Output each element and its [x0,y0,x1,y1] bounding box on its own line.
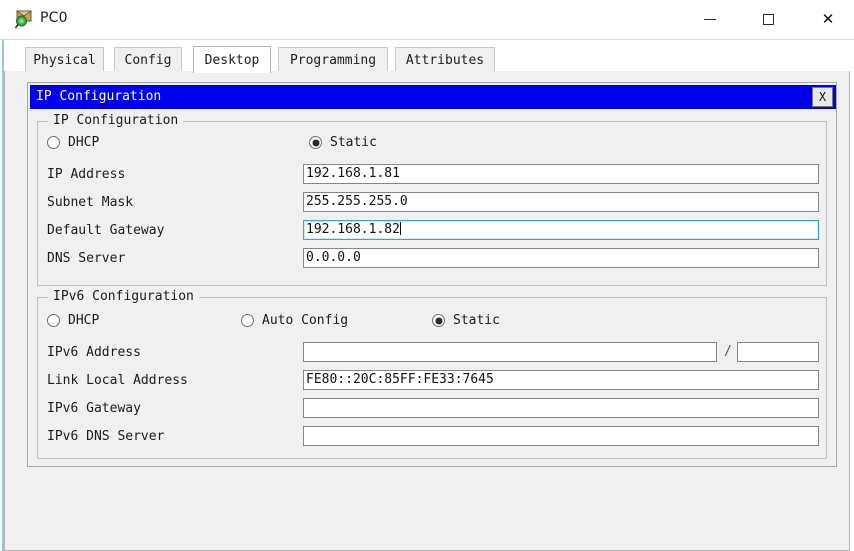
ipv4-subnet-mask-label: Subnet Mask [47,195,134,210]
window-title-bar: PC0 ✕ [0,0,854,40]
ipv4-configuration-group: IP Configuration DHCP Static IP Address … [37,113,827,286]
tab-programming[interactable]: Programming [278,47,388,72]
close-icon: ✕ [821,10,835,28]
desktop-panel: IP Configuration X IP Configuration DHCP… [4,71,850,551]
ipv4-dhcp-radio[interactable]: DHCP [47,135,99,150]
ipv4-default-gateway-label: Default Gateway [47,223,165,238]
ipv6-prefix-length-input[interactable] [737,342,819,362]
ipv4-dhcp-label: DHCP [68,135,100,150]
packet-tracer-device-window: PC0 ✕ Physical Config Desktop Programmin… [0,0,854,551]
ipv4-address-value: 192.168.1.81 [306,166,400,181]
ipv6-address-label: IPv6 Address [47,345,141,360]
ipv6-group-legend: IPv6 Configuration [48,289,199,304]
ipv4-dns-server-label: DNS Server [47,251,126,266]
ipv6-gateway-label: IPv6 Gateway [47,401,141,416]
ipv6-auto-config-radio[interactable]: Auto Config [241,313,348,328]
tab-physical[interactable]: Physical [25,47,104,72]
tab-desktop[interactable]: Desktop [193,46,271,73]
ipv6-configuration-group: IPv6 Configuration DHCP Auto Config Stat… [37,289,827,459]
ipv6-static-radio[interactable]: Static [432,313,500,328]
radio-circle-icon [241,314,254,327]
tab-desktop-label: Desktop [204,52,260,68]
ipv4-static-label: Static [330,135,377,150]
device-tab-strip: Physical Config Desktop Programming Attr… [4,46,850,73]
tab-physical-label: Physical [33,52,96,68]
ip-configuration-window: IP Configuration X IP Configuration DHCP… [27,82,837,467]
ipv6-link-local-address-value: FE80::20C:85FF:FE33:7645 [306,372,494,387]
ipv6-address-input[interactable] [303,342,717,362]
ipv6-auto-config-label: Auto Config [262,313,349,328]
ipv4-static-radio[interactable]: Static [309,135,377,150]
radio-circle-selected-icon [309,136,322,149]
tab-config[interactable]: Config [114,47,182,72]
ipv4-subnet-mask-input[interactable]: 255.255.255.0 [303,192,819,212]
ipv6-prefix-separator: / [724,344,732,359]
tab-config-label: Config [124,52,172,68]
ipv6-dhcp-radio[interactable]: DHCP [47,313,99,328]
ip-configuration-title-bar: IP Configuration X [30,85,836,109]
radio-circle-selected-icon [432,314,445,327]
close-x-icon: X [818,90,827,104]
minimize-icon [704,19,716,20]
tab-programming-label: Programming [289,52,377,68]
minimize-button[interactable] [687,0,733,39]
ipv6-dhcp-label: DHCP [68,313,100,328]
ipv4-subnet-mask-value: 255.255.255.0 [306,194,408,209]
close-window-button[interactable]: ✕ [805,0,851,39]
ipv6-link-local-address-label: Link Local Address [47,373,188,388]
maximize-button[interactable] [745,0,791,39]
ipv6-gateway-input[interactable] [303,398,819,418]
ip-configuration-close-button[interactable]: X [812,87,833,107]
text-cursor [399,222,401,235]
ipv4-address-input[interactable]: 192.168.1.81 [303,164,819,184]
tab-attributes-label: Attributes [405,52,485,68]
ipv6-static-label: Static [453,313,500,328]
ip-configuration-title: IP Configuration [36,89,162,104]
ipv4-dns-server-input[interactable]: 0.0.0.0 [303,248,819,268]
packet-tracer-device-icon [14,10,33,29]
radio-circle-icon [47,314,60,327]
ipv6-link-local-address-input[interactable]: FE80::20C:85FF:FE33:7645 [303,370,819,390]
ipv4-default-gateway-value: 192.168.1.82 [306,222,400,237]
ipv4-default-gateway-input[interactable]: 192.168.1.82 [303,220,819,240]
ipv4-address-label: IP Address [47,167,126,182]
tab-attributes[interactable]: Attributes [395,47,495,72]
radio-circle-icon [47,136,60,149]
window-title: PC0 [40,10,68,26]
ipv4-group-legend: IP Configuration [48,113,184,128]
ipv6-dns-server-label: IPv6 DNS Server [47,429,165,444]
ipv6-dns-server-input[interactable] [303,426,819,446]
maximize-icon [762,14,774,25]
ipv4-dns-server-value: 0.0.0.0 [306,250,361,265]
